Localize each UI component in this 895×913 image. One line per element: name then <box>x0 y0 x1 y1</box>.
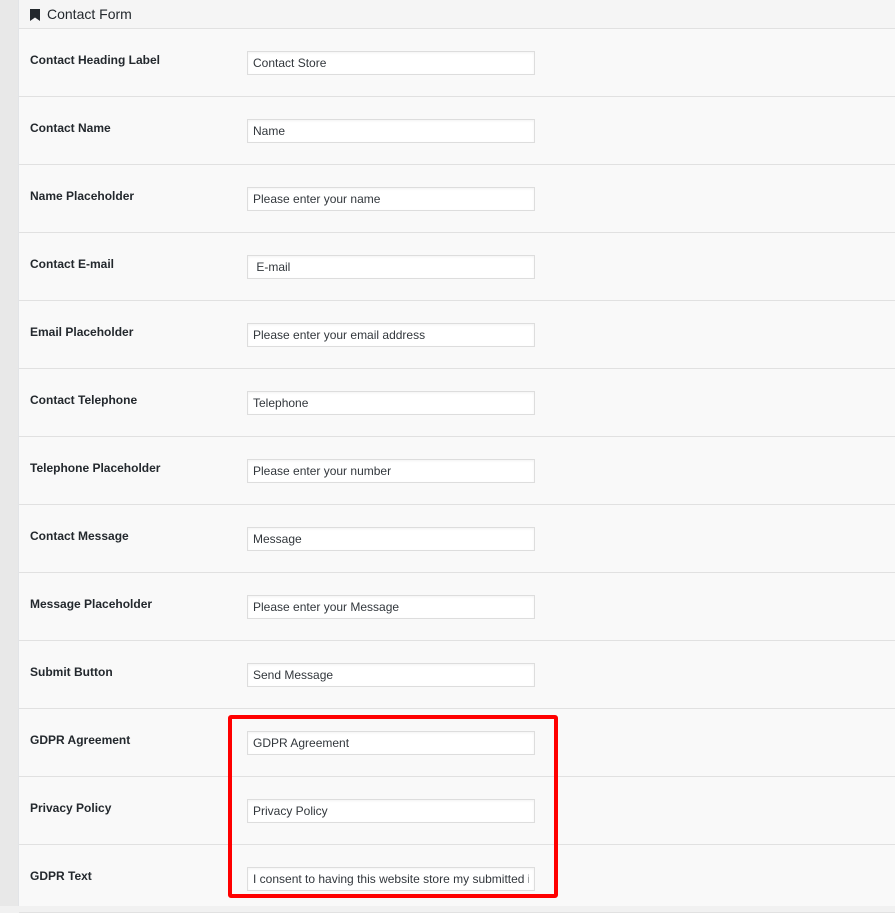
field-label: Telephone Placeholder <box>30 461 161 475</box>
field-row-contact-email: Contact E-mail <box>19 233 895 301</box>
contact-form-panel: Contact Form Contact Heading Label Conta… <box>18 0 895 913</box>
contact-email-input[interactable] <box>247 255 535 279</box>
field-label: Contact Message <box>30 529 129 543</box>
contact-message-input[interactable] <box>247 527 535 551</box>
field-label: Privacy Policy <box>30 801 112 815</box>
submit-button-text-input[interactable] <box>247 663 535 687</box>
email-placeholder-input[interactable] <box>247 323 535 347</box>
field-row-contact-name: Contact Name <box>19 97 895 165</box>
gdpr-text-input[interactable] <box>247 867 535 891</box>
field-row-gdpr-agreement: GDPR Agreement <box>19 709 895 777</box>
left-margin-strip <box>0 0 18 906</box>
privacy-policy-input[interactable] <box>247 799 535 823</box>
field-label: Contact Name <box>30 121 111 135</box>
field-label: Submit Button <box>30 665 113 679</box>
field-row-gdpr-text: GDPR Text <box>19 845 895 913</box>
contact-telephone-input[interactable] <box>247 391 535 415</box>
field-row-privacy-policy: Privacy Policy <box>19 777 895 845</box>
field-label: Contact Heading Label <box>30 53 161 67</box>
field-row-contact-message: Contact Message <box>19 505 895 573</box>
field-row-submit-button: Submit Button <box>19 641 895 709</box>
field-label: Message Placeholder <box>30 597 153 611</box>
telephone-placeholder-input[interactable] <box>247 459 535 483</box>
field-row-email-placeholder: Email Placeholder <box>19 301 895 369</box>
panel-header: Contact Form <box>19 0 895 29</box>
field-row-message-placeholder: Message Placeholder <box>19 573 895 641</box>
field-label: Email Placeholder <box>30 325 134 339</box>
panel-title: Contact Form <box>47 6 132 22</box>
field-row-telephone-placeholder: Telephone Placeholder <box>19 437 895 505</box>
field-label: GDPR Agreement <box>30 733 131 747</box>
message-placeholder-input[interactable] <box>247 595 535 619</box>
contact-name-input[interactable] <box>247 119 535 143</box>
field-row-name-placeholder: Name Placeholder <box>19 165 895 233</box>
field-label: GDPR Text <box>30 869 92 883</box>
gdpr-agreement-input[interactable] <box>247 731 535 755</box>
field-label: Name Placeholder <box>30 189 135 203</box>
field-row-contact-telephone: Contact Telephone <box>19 369 895 437</box>
name-placeholder-input[interactable] <box>247 187 535 211</box>
bookmark-icon <box>30 8 40 21</box>
field-label: Contact Telephone <box>30 393 138 407</box>
contact-heading-label-input[interactable] <box>247 51 535 75</box>
field-label: Contact E-mail <box>30 257 115 271</box>
field-row-contact-heading-label: Contact Heading Label <box>19 29 895 97</box>
